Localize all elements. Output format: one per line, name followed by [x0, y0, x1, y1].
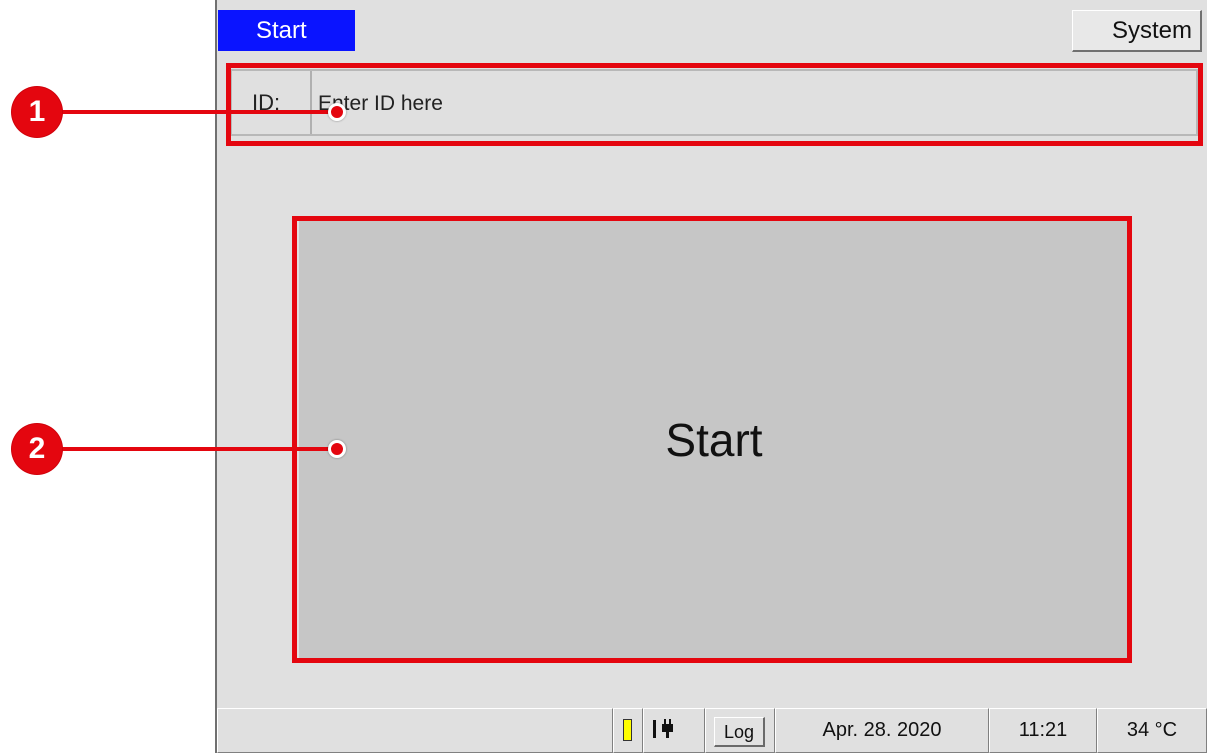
status-indicator-cell	[613, 708, 643, 753]
callout-dot-1	[328, 103, 346, 121]
callout-dot-2	[328, 440, 346, 458]
power-plug-icon	[653, 719, 673, 738]
status-message-area	[217, 708, 613, 753]
date-display: Apr. 28. 2020	[775, 708, 989, 753]
time-display: 11:21	[989, 708, 1097, 753]
connection-cell	[643, 708, 705, 753]
status-bar: Log Apr. 28. 2020 11:21 34 °C	[217, 708, 1207, 753]
log-button[interactable]: Log	[714, 717, 765, 747]
status-indicator-light	[623, 719, 632, 741]
callout-line-2	[45, 447, 340, 451]
tab-start[interactable]: Start	[218, 10, 355, 51]
highlight-frame-start-button	[292, 216, 1132, 663]
callout-marker-1: 1	[12, 87, 62, 137]
callout-line-1	[45, 110, 340, 114]
log-cell: Log	[705, 708, 775, 753]
highlight-frame-id-row	[226, 63, 1203, 146]
temperature-display: 34 °C	[1097, 708, 1207, 753]
callout-marker-2: 2	[12, 424, 62, 474]
tab-system[interactable]: System	[1072, 10, 1202, 52]
